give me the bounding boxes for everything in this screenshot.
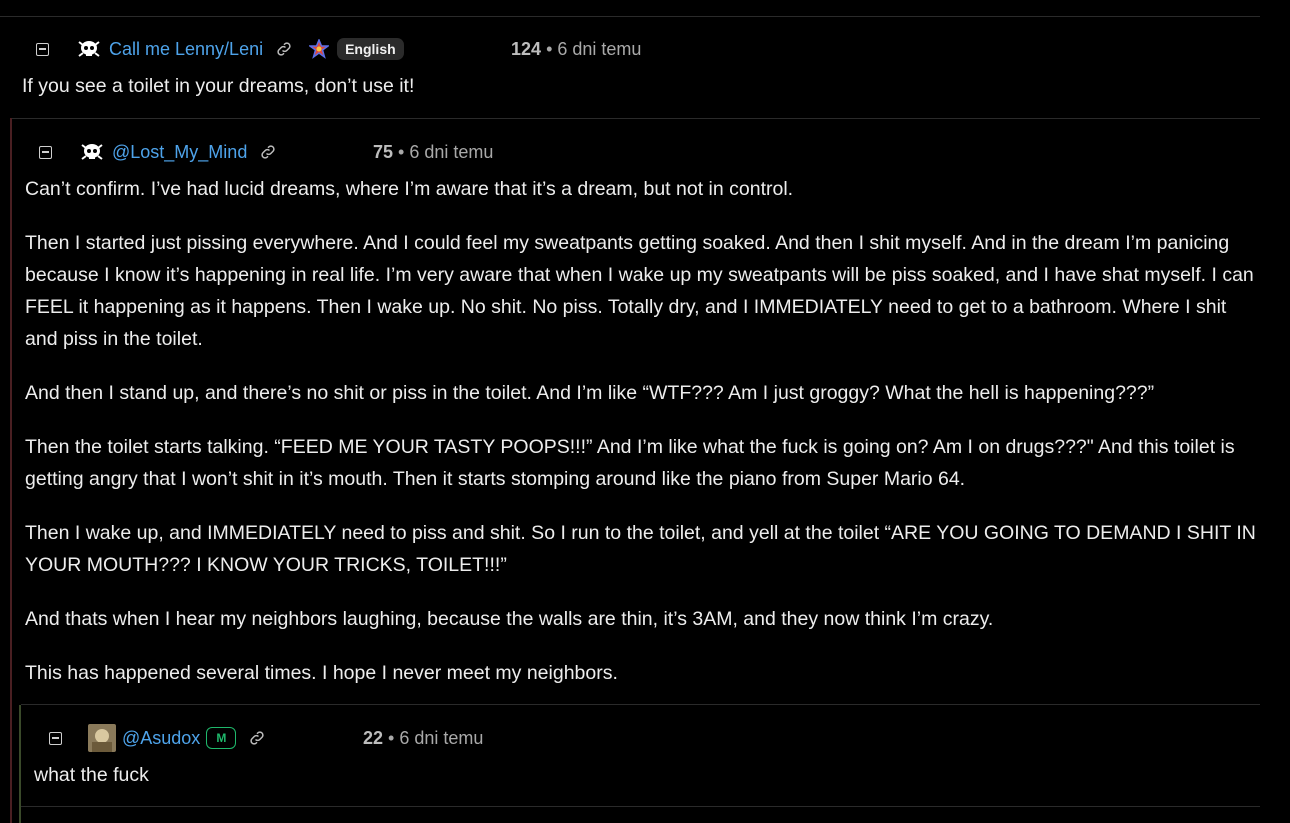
- score: 124: [511, 39, 542, 59]
- paragraph: Then I wake up, and IMMEDIATELY need to …: [25, 522, 1256, 576]
- username-link[interactable]: @Asudox: [122, 728, 200, 749]
- score: 75: [373, 142, 394, 162]
- comment-thread: Call me Lenny/Leni English 124 • 6 dni t…: [0, 0, 1290, 823]
- divider: [0, 16, 1260, 17]
- paragraph: Can’t confirm. I’ve had lucid dreams, wh…: [25, 178, 794, 200]
- comment-header: @Asudox M: [49, 724, 266, 752]
- paragraph: And thats when I hear my neighbors laugh…: [25, 608, 994, 630]
- comment-header: @Lost_My_Mind: [39, 140, 277, 164]
- comment-body: what the fuck: [34, 759, 1234, 813]
- paragraph: This has happened several times. I hope …: [25, 662, 618, 684]
- timestamp: • 6 dni temu: [388, 728, 484, 748]
- thread-indent-line[interactable]: [10, 118, 12, 823]
- comment-header: Call me Lenny/Leni English: [36, 37, 404, 61]
- username-link[interactable]: Call me Lenny/Leni: [109, 39, 263, 60]
- paragraph: And then I stand up, and there’s no shit…: [25, 382, 1155, 404]
- divider: [12, 118, 1260, 119]
- rainbow-star-icon: [309, 39, 330, 59]
- collapse-icon[interactable]: [49, 731, 62, 745]
- language-badge: English: [337, 38, 404, 60]
- score: 22: [363, 728, 384, 748]
- link-icon[interactable]: [259, 143, 277, 161]
- paragraph: Then I started just pissing everywhere. …: [25, 232, 1254, 350]
- paragraph: If you see a toilet in your dreams, don’…: [22, 75, 415, 97]
- moderator-badge: M: [206, 727, 237, 749]
- comment-body: Can’t confirm. I’ve had lucid dreams, wh…: [25, 173, 1257, 711]
- timestamp: • 6 dni temu: [398, 142, 494, 162]
- comment-meta: 124 • 6 dni temu: [511, 39, 641, 60]
- collapse-icon[interactable]: [39, 145, 52, 159]
- collapse-icon[interactable]: [36, 42, 49, 56]
- timestamp: • 6 dni temu: [546, 39, 642, 59]
- link-icon[interactable]: [248, 729, 266, 747]
- skull-avatar-icon: [80, 142, 104, 162]
- divider: [21, 806, 1260, 807]
- user-photo-avatar: [88, 724, 116, 752]
- paragraph: Then the toilet starts talking. “FEED ME…: [25, 436, 1235, 490]
- divider: [21, 704, 1260, 705]
- comment-meta: 22 • 6 dni temu: [363, 728, 483, 749]
- link-icon[interactable]: [275, 40, 293, 58]
- comment-meta: 75 • 6 dni temu: [373, 142, 493, 163]
- comment-body: If you see a toilet in your dreams, don’…: [22, 70, 1252, 124]
- paragraph: what the fuck: [34, 764, 149, 786]
- skull-avatar-icon: [77, 39, 101, 59]
- username-link[interactable]: @Lost_My_Mind: [112, 142, 247, 163]
